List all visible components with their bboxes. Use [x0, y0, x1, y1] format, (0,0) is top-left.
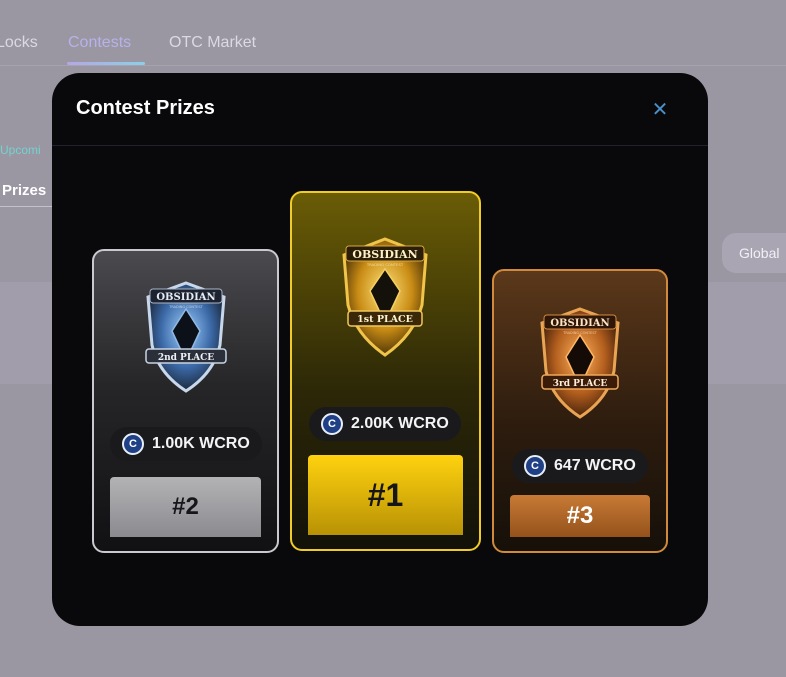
badge-brand-text: OBSIDIAN — [352, 248, 417, 261]
prizes-tab[interactable]: Prizes — [2, 182, 46, 199]
second-place-badge-icon: OBSIDIAN TRADING CONTEST 2nd PLACE — [145, 281, 227, 393]
badge-brand-text: OBSIDIAN — [156, 292, 215, 303]
tab-contests[interactable]: Contests — [68, 34, 131, 52]
active-tab-indicator — [67, 62, 145, 65]
first-place-badge-icon: OBSIDIAN TRADING CONTEST 1st PLACE — [342, 237, 428, 357]
rank-label-3: #3 — [510, 495, 650, 537]
prize-card-3rd: OBSIDIAN TRADING CONTEST 3rd PLACE C 647… — [492, 269, 668, 553]
tab-otc-market[interactable]: OTC Market — [169, 34, 256, 52]
prize-card-1st: OBSIDIAN TRADING CONTEST 1st PLACE C 2.0… — [290, 191, 481, 551]
badge-sub-text: TRADING CONTEST — [366, 262, 404, 267]
prize-amount: 1.00K WCRO — [152, 435, 250, 452]
contest-prizes-modal: Contest Prizes ✕ OBSIDIAN TRADING CONTES… — [52, 73, 708, 626]
rank-label-2: #2 — [110, 477, 261, 537]
badge-sub-text: TRADING CONTEST — [562, 331, 597, 335]
prizes-tab-underline — [0, 206, 52, 207]
close-icon[interactable]: ✕ — [648, 99, 672, 123]
prize-amount-pill: C 1.00K WCRO — [110, 427, 262, 461]
modal-header: Contest Prizes ✕ — [52, 73, 708, 146]
wcro-coin-icon: C — [321, 413, 343, 435]
upcoming-filter[interactable]: Upcomi — [0, 143, 41, 157]
prize-card-2nd: OBSIDIAN TRADING CONTEST 2nd PLACE C 1.0… — [92, 249, 279, 553]
badge-place-text: 3rd PLACE — [553, 379, 608, 389]
prize-amount: 2.00K WCRO — [351, 415, 449, 432]
badge-sub-text: TRADING CONTEST — [168, 305, 203, 309]
tab-locks[interactable]: Locks — [0, 34, 38, 52]
badge-place-text: 2nd PLACE — [158, 353, 214, 363]
rank-label-1: #1 — [308, 455, 463, 535]
third-place-badge-icon: OBSIDIAN TRADING CONTEST 3rd PLACE — [540, 307, 620, 419]
modal-title: Contest Prizes — [76, 97, 215, 119]
wcro-coin-icon: C — [524, 455, 546, 477]
prize-amount-pill: C 2.00K WCRO — [309, 407, 461, 441]
global-scope-button[interactable]: Global — [722, 233, 786, 273]
top-tab-bar: Locks Contests OTC Market — [0, 0, 786, 66]
wcro-coin-icon: C — [122, 433, 144, 455]
badge-place-text: 1st PLACE — [357, 314, 413, 325]
prize-amount-pill: C 647 WCRO — [512, 449, 648, 483]
prize-amount: 647 WCRO — [554, 457, 636, 474]
badge-brand-text: OBSIDIAN — [550, 318, 609, 329]
